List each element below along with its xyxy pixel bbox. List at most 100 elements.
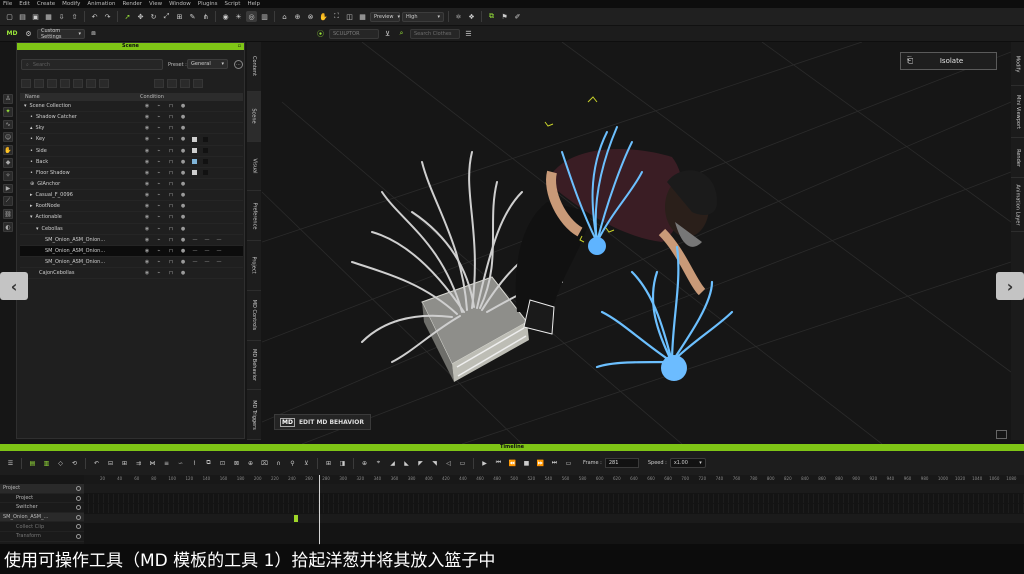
visibility-icon[interactable]: ◉: [144, 181, 150, 187]
menu-icon[interactable]: ☰: [5, 458, 16, 469]
undo-icon[interactable]: ↶: [89, 11, 100, 22]
tree-expander-icon[interactable]: •: [30, 170, 33, 176]
filter-icon[interactable]: ⊻: [382, 28, 393, 39]
menu-item-plugins[interactable]: Plugins: [198, 1, 218, 7]
track-row[interactable]: SM_Onion_ASM_...: [0, 512, 84, 523]
visibility-icon[interactable]: ◉: [144, 170, 150, 176]
render-toggle-icon[interactable]: ●: [180, 248, 186, 254]
side-tab-md-behavior[interactable]: MD Behavior: [247, 341, 261, 391]
render-toggle-icon[interactable]: ●: [180, 192, 186, 198]
color-swatch[interactable]: [203, 170, 208, 176]
color-swatch[interactable]: [203, 148, 208, 154]
tree-expander-icon[interactable]: ▾: [36, 226, 39, 232]
lock-icon[interactable]: ⊓: [168, 203, 174, 209]
render-toggle-icon[interactable]: ●: [180, 170, 186, 176]
list-icon[interactable]: ☰: [463, 28, 474, 39]
track-row[interactable]: Project: [0, 484, 84, 494]
filter-tl-icon[interactable]: ⊻: [301, 458, 312, 469]
hand-icon[interactable]: ✋: [3, 145, 13, 155]
next-slide-button[interactable]: ›: [996, 272, 1024, 300]
right-tab-render[interactable]: Render: [1011, 138, 1024, 178]
scene-tree-row[interactable]: • Key ◉ ⌁ ⊓ ●: [20, 134, 243, 146]
visibility-icon[interactable]: ◉: [144, 159, 150, 165]
align-tl-icon[interactable]: ≡: [161, 458, 172, 469]
search-green-icon[interactable]: ⌕: [396, 28, 407, 39]
light-strip-icon[interactable]: ✧: [3, 170, 13, 181]
scene-search-input[interactable]: ⌕ Search: [21, 59, 163, 70]
track-row[interactable]: Switcher: [0, 503, 84, 513]
preview-dropdown[interactable]: Preview ▾: [370, 11, 400, 22]
sculptor-label[interactable]: SCULPTOR: [329, 28, 379, 39]
edit-md-behavior-button[interactable]: MD EDIT MD BEHAVIOR: [274, 414, 371, 430]
morph-icon[interactable]: ◐: [3, 222, 13, 232]
link-icon[interactable]: ⌁: [156, 226, 162, 232]
visibility-icon[interactable]: ◉: [144, 214, 150, 220]
link-icon[interactable]: ⌁: [156, 237, 162, 243]
lock-icon[interactable]: ⊓: [168, 148, 174, 154]
tree-expander-icon[interactable]: •: [30, 114, 33, 120]
visibility-icon[interactable]: ◉: [144, 270, 150, 276]
move-tool-icon[interactable]: ✥: [135, 11, 146, 22]
lock-icon[interactable]: ⊓: [168, 114, 174, 120]
camera-strip-icon[interactable]: ▶: [3, 183, 13, 194]
prop-icon[interactable]: ◆: [3, 157, 13, 168]
color-swatch[interactable]: [192, 159, 197, 165]
first-frame-icon[interactable]: ⏮: [493, 458, 504, 469]
pose-icon[interactable]: ✦: [3, 106, 13, 117]
mute-icon[interactable]: ◁: [443, 458, 454, 469]
render-toggle-icon[interactable]: ●: [180, 148, 186, 154]
track-toggle[interactable]: [76, 486, 81, 491]
track-toggle[interactable]: [76, 514, 81, 520]
last-frame-icon[interactable]: ⏭: [549, 458, 560, 469]
visibility-icon[interactable]: ◉: [144, 248, 150, 254]
link-icon[interactable]: ⌁: [156, 214, 162, 220]
visibility-icon[interactable]: ◉: [144, 125, 150, 131]
track-row[interactable]: Project: [0, 494, 84, 504]
visibility-icon[interactable]: ◉: [144, 136, 150, 142]
scene-tree-row[interactable]: ⊕ GIAnchor ◉ ⌁ ⊓ ●: [20, 179, 243, 191]
right-tab-animation-layer[interactable]: Animation Layer: [1011, 178, 1024, 232]
track-row[interactable]: Transform: [0, 532, 84, 542]
lock-icon[interactable]: ⊓: [168, 159, 174, 165]
view-icon[interactable]: ◨: [337, 458, 348, 469]
blend-icon[interactable]: ⋈: [147, 458, 158, 469]
prev-key-icon[interactable]: ⏪: [507, 458, 518, 469]
menu-item-help[interactable]: Help: [247, 1, 260, 7]
key-icon[interactable]: ◇: [55, 458, 66, 469]
render-toggle-icon[interactable]: ●: [180, 259, 186, 265]
side-tab-preference[interactable]: Preference: [247, 191, 261, 241]
track-icon[interactable]: ▤: [27, 458, 38, 469]
show-all-icon[interactable]: [167, 79, 177, 88]
timeline-ruler[interactable]: 20 40 60 80 100 120 140 160 180 200 220 240 260 280 30…: [84, 475, 1024, 484]
render-toggle-icon[interactable]: ●: [180, 270, 186, 276]
lock-icon[interactable]: ⊓: [168, 136, 174, 142]
side-tab-content[interactable]: Content: [247, 42, 261, 92]
render-toggle-icon[interactable]: ●: [180, 237, 186, 243]
merge-icon[interactable]: ⊞: [119, 458, 130, 469]
tree-expander-icon[interactable]: •: [30, 136, 33, 142]
visibility-icon[interactable]: ◉: [144, 114, 150, 120]
align-tool-icon[interactable]: ⊞: [174, 11, 185, 22]
tree-expander-icon[interactable]: •: [30, 148, 33, 154]
link-icon[interactable]: ⌁: [156, 114, 162, 120]
gear-icon[interactable]: ⚙: [23, 28, 34, 39]
visibility-icon[interactable]: ◉: [144, 226, 150, 232]
lock-icon[interactable]: ⊓: [168, 237, 174, 243]
expand-icon[interactable]: [34, 79, 44, 88]
preview-icon[interactable]: ◎: [246, 11, 257, 22]
scene-tree-row[interactable]: • Side ◉ ⌁ ⊓ ●: [20, 146, 243, 157]
range-icon[interactable]: ◤: [415, 458, 426, 469]
link-icon[interactable]: ⌁: [156, 103, 162, 109]
quality-dropdown[interactable]: High ▾: [402, 11, 444, 22]
tree-expander-icon[interactable]: ▸: [30, 192, 33, 198]
preset-settings-icon[interactable]: ⋯: [234, 60, 243, 69]
link-icon[interactable]: ⌁: [156, 148, 162, 154]
snap-icon[interactable]: ⋔: [200, 11, 211, 22]
lock-icon[interactable]: ⊓: [168, 103, 174, 109]
link-icon[interactable]: ⌁: [156, 203, 162, 209]
filter-scene-icon[interactable]: [154, 79, 164, 88]
light-icon[interactable]: ☀: [233, 11, 244, 22]
sculpt-icon[interactable]: ⦿: [315, 28, 326, 39]
search-clothes-input[interactable]: Search Clothes: [410, 28, 460, 39]
lock-icon[interactable]: ⊓: [168, 214, 174, 220]
